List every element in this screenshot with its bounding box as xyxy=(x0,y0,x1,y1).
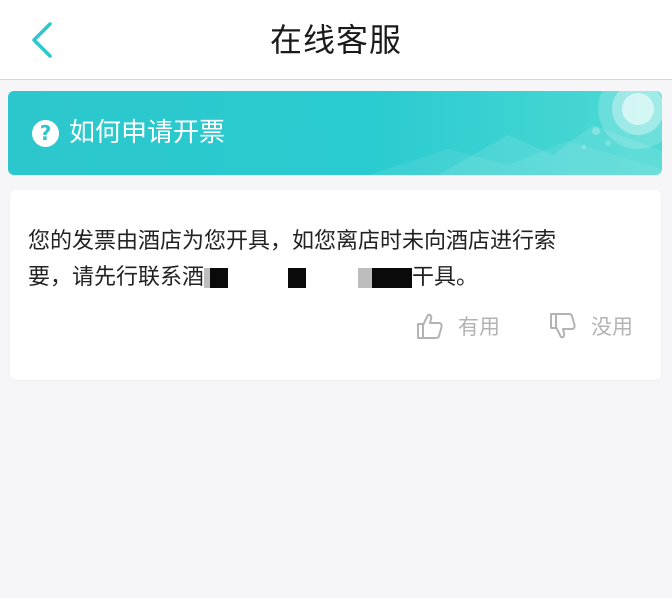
nav-bar: 在线客服 xyxy=(0,0,672,80)
faq-question-banner: ? 如何申请开票 xyxy=(8,91,662,175)
answer-line-2: 要，请先行联系酒 干具。 xyxy=(28,260,628,296)
answer-line-2-suffix: 干具。 xyxy=(412,265,479,290)
answer-card: 您的发票由酒店为您开具，如您离店时未向酒店进行索 要，请先行联系酒 干具。 有用 … xyxy=(10,190,661,380)
useful-label: 有用 xyxy=(458,315,500,339)
redaction-mark xyxy=(372,268,413,288)
useless-button[interactable]: 没用 xyxy=(547,308,633,344)
question-title: 如何申请开票 xyxy=(69,118,226,148)
page-title: 在线客服 xyxy=(269,21,402,59)
answer-line-1: 您的发票由酒店为您开具，如您离店时未向酒店进行索 xyxy=(28,229,557,254)
answer-line-2-prefix: 要，请先行联系酒 xyxy=(28,265,205,290)
redaction-mark xyxy=(288,268,307,288)
thumbs-down-icon xyxy=(550,313,576,339)
useful-button[interactable]: 有用 xyxy=(414,308,500,344)
answer-text: 您的发票由酒店为您开具，如您离店时未向酒店进行索 要，请先行联系酒 干具。 xyxy=(28,224,628,296)
redaction-mark xyxy=(358,268,373,288)
redaction-mark xyxy=(210,268,229,288)
useless-label: 没用 xyxy=(591,315,633,339)
thumbs-up-icon xyxy=(417,313,443,339)
question-circle-icon: ? xyxy=(32,120,59,147)
